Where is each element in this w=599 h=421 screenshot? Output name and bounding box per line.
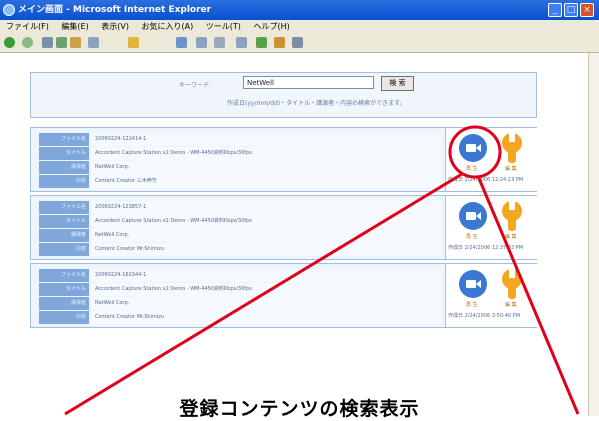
menu-file[interactable]: ファイル(F) [6, 22, 49, 31]
field-label-id: ファイル名 [39, 133, 89, 146]
play-label[interactable]: 再 生 [466, 165, 478, 172]
caption-text: 登録コンテンツの検索表示 [179, 398, 420, 420]
menu-edit[interactable]: 編集(E) [61, 22, 88, 31]
field-label-speaker: 講演者 [39, 229, 89, 242]
messenger-icon[interactable] [274, 37, 285, 48]
result-content: Content Creator Mr.Shimizu [91, 243, 441, 256]
field-label-content: 内容 [39, 311, 89, 324]
ie-icon [3, 4, 15, 16]
keyword-label: キーワード: [179, 82, 212, 89]
result-title: Accordent Capture Station v2 Demo - WM-4… [91, 147, 441, 160]
minimize-button[interactable]: _ [548, 3, 562, 17]
research-icon[interactable] [292, 37, 303, 48]
menu-view[interactable]: 表示(V) [101, 22, 129, 31]
field-label-speaker: 講演者 [39, 297, 89, 310]
field-label-speaker: 講演者 [39, 161, 89, 174]
created-date: 作成日 2/24/2006 3:50:40 PM [448, 313, 521, 319]
search-button[interactable]: 検 索 [381, 76, 414, 91]
search-icon[interactable] [88, 37, 99, 48]
window-title: メイン画面 - Microsoft Internet Explorer [18, 5, 212, 15]
search-panel: キーワード: NetWell 検 索 作成日(yy/mm/dd)・タイトル・講演… [30, 72, 537, 118]
keyword-input[interactable]: NetWell [243, 76, 374, 89]
vertical-scrollbar[interactable] [588, 53, 599, 416]
play-camera-icon[interactable] [459, 202, 487, 230]
result-actions: 再 生 編 集 作成日 2/24/2006 12:37:02 PM [445, 196, 537, 259]
stop-icon[interactable] [42, 37, 53, 48]
menu-bar: ファイル(F) 編集(E) 表示(V) お気に入り(A) ツール(T) ヘルプ(… [0, 20, 599, 34]
result-speaker: NetWell Corp. [91, 297, 441, 310]
toolbar [0, 34, 599, 53]
browser-titlebar: メイン画面 - Microsoft Internet Explorer _ □ … [0, 0, 599, 20]
menu-help[interactable]: ヘルプ(H) [253, 22, 289, 31]
play-camera-icon[interactable] [459, 270, 487, 298]
field-label-title: タイトル [39, 147, 89, 160]
history-icon[interactable] [176, 37, 187, 48]
field-label-content: 内容 [39, 243, 89, 256]
created-date: 作成日 2/24/2006 12:24:23 PM [448, 177, 524, 183]
edit-label[interactable]: 編 集 [505, 301, 517, 308]
result-content: Content Creator Mr.Shimizu [91, 311, 441, 324]
result-row: ファイル名 20060224-123857-1 タイトル Accordent C… [30, 195, 537, 260]
print-icon[interactable] [214, 37, 225, 48]
back-icon[interactable] [4, 37, 15, 48]
forward-icon[interactable] [22, 37, 33, 48]
field-label-title: タイトル [39, 283, 89, 296]
result-title: Accordent Capture Station v2 Demo - WM-4… [91, 283, 441, 296]
result-actions: 再 生 編 集 作成日 2/24/2006 3:50:40 PM [445, 264, 537, 327]
edit-label[interactable]: 編 集 [505, 165, 517, 172]
result-content: Content Creator 三木伸竹 [91, 175, 441, 188]
result-actions: 再 生 編 集 作成日 2/24/2006 12:24:23 PM [445, 128, 537, 191]
result-row: ファイル名 20060224-122414-1 タイトル Accordent C… [30, 127, 537, 192]
edit-page-icon[interactable] [236, 37, 247, 48]
field-label-id: ファイル名 [39, 201, 89, 214]
edit-wrench-icon[interactable] [498, 133, 526, 163]
result-id: 20060224-160344-1 [91, 269, 441, 282]
close-button[interactable]: × [580, 3, 594, 17]
menu-favorites[interactable]: お気に入り(A) [142, 22, 194, 31]
result-speaker: NetWell Corp. [91, 229, 441, 242]
edit-wrench-icon[interactable] [498, 269, 526, 299]
field-label-content: 内容 [39, 175, 89, 188]
refresh-icon[interactable] [56, 37, 67, 48]
search-hint: 作成日(yy/mm/dd)・タイトル・講演者・内容の検索ができます。 [227, 100, 406, 107]
result-speaker: NetWell Corp. [91, 161, 441, 174]
result-title: Accordent Capture Station v2 Demo - WM-4… [91, 215, 441, 228]
home-icon[interactable] [70, 37, 81, 48]
created-date: 作成日 2/24/2006 12:37:02 PM [448, 245, 524, 251]
favorites-icon[interactable] [128, 37, 139, 48]
mail-icon[interactable] [196, 37, 207, 48]
edit-label[interactable]: 編 集 [505, 233, 517, 240]
result-id: 20060224-122414-1 [91, 133, 441, 146]
play-label[interactable]: 再 生 [466, 301, 478, 308]
menu-tools[interactable]: ツール(T) [206, 22, 241, 31]
result-row: ファイル名 20060224-160344-1 タイトル Accordent C… [30, 263, 537, 328]
discuss-icon[interactable] [256, 37, 267, 48]
result-id: 20060224-123857-1 [91, 201, 441, 214]
maximize-button[interactable]: □ [564, 3, 578, 17]
play-camera-icon[interactable] [459, 134, 487, 162]
field-label-id: ファイル名 [39, 269, 89, 282]
field-label-title: タイトル [39, 215, 89, 228]
edit-wrench-icon[interactable] [498, 201, 526, 231]
play-label[interactable]: 再 生 [466, 233, 478, 240]
